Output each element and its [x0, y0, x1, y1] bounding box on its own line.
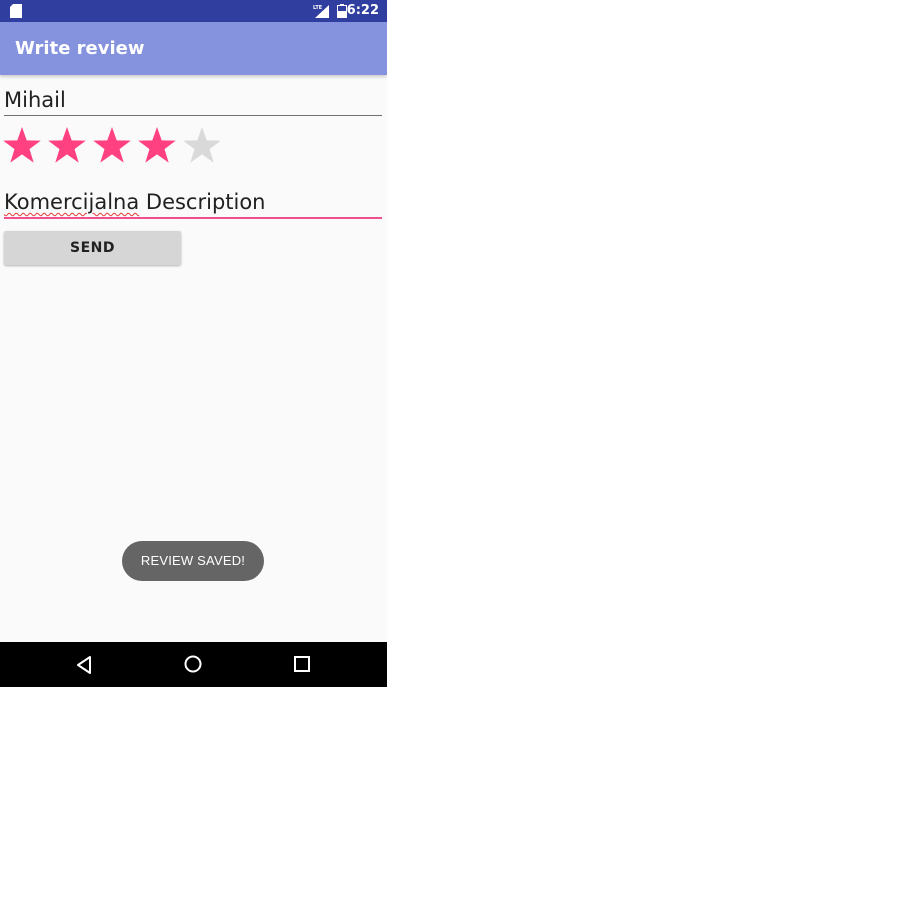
- name-field-value: Mihail: [4, 88, 66, 112]
- rating-star-icon[interactable]: [92, 126, 132, 166]
- sd-card-icon: [10, 4, 22, 23]
- recents-icon[interactable]: [290, 653, 314, 677]
- description-text: Description: [139, 190, 266, 214]
- rating-star-icon[interactable]: [47, 126, 87, 166]
- lte-signal-icon: LTE: [313, 4, 329, 23]
- rating-star-icon[interactable]: [2, 126, 42, 166]
- back-icon[interactable]: [73, 653, 97, 677]
- description-field[interactable]: Komercijalna Description: [4, 188, 382, 219]
- send-button[interactable]: SEND: [4, 231, 181, 265]
- name-field[interactable]: Mihail: [4, 86, 382, 116]
- description-field-value: Komercijalna Description: [4, 190, 266, 214]
- rating-star-icon[interactable]: [137, 126, 177, 166]
- phone-screen: LTE 6:22 Write review Mihail Komercijaln…: [0, 0, 387, 687]
- misspelled-word: Komercijalna: [4, 190, 140, 214]
- svg-text:LTE: LTE: [313, 5, 323, 11]
- rating-star-icon[interactable]: [182, 126, 222, 166]
- home-icon[interactable]: [181, 653, 205, 677]
- status-clock: 6:22: [346, 3, 379, 18]
- page-title: Write review: [15, 38, 145, 59]
- toast-message: REVIEW SAVED!: [122, 541, 264, 581]
- rating-bar[interactable]: [2, 126, 232, 168]
- status-bar: LTE 6:22: [0, 0, 387, 22]
- navigation-bar: [0, 642, 387, 687]
- app-bar: Write review: [0, 22, 387, 75]
- battery-icon: [337, 4, 347, 23]
